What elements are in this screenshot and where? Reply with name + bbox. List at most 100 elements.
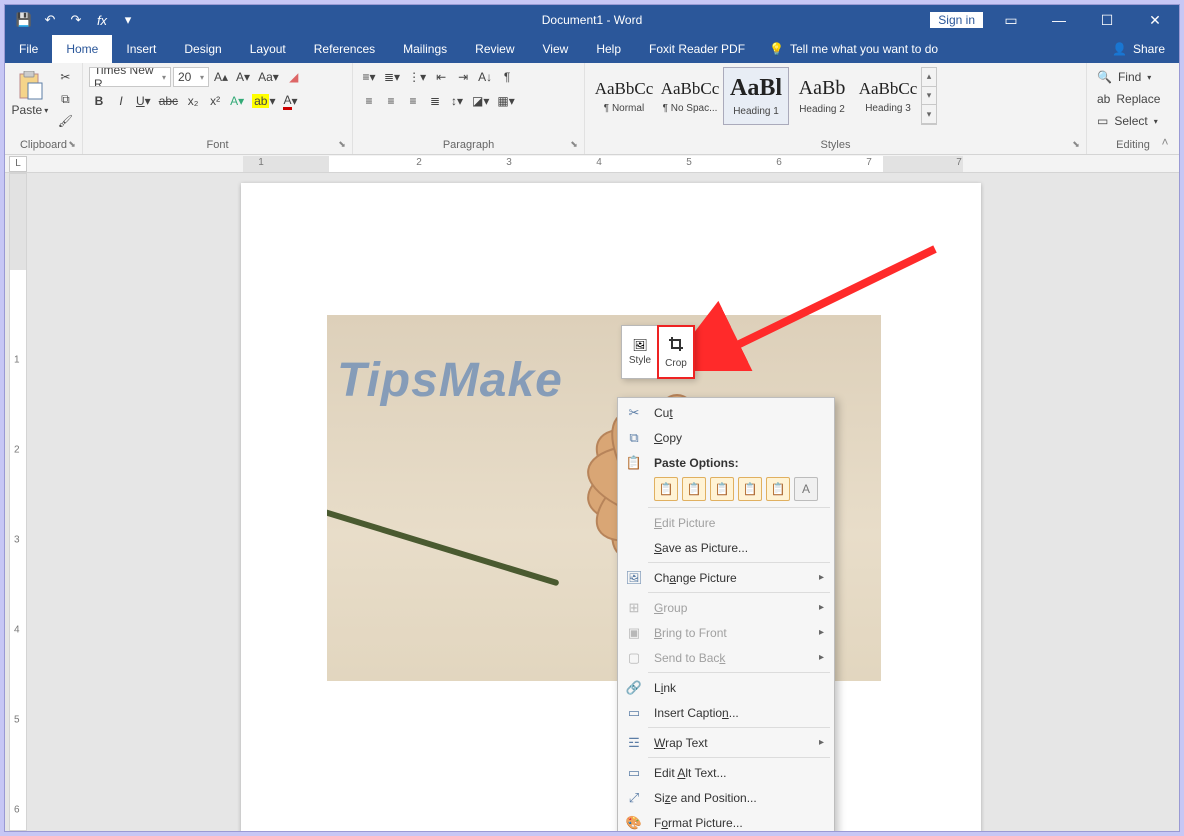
tab-review[interactable]: Review (461, 35, 528, 63)
font-name-dropdown[interactable]: Times New R▾ (89, 67, 171, 87)
sort-button[interactable]: A↓ (475, 67, 495, 87)
collapse-ribbon-icon[interactable]: ˄ (1157, 134, 1173, 150)
decrease-indent-button[interactable]: ⇤ (431, 67, 451, 87)
ribbon-display-icon[interactable]: ▭ (991, 5, 1031, 35)
ctx-size-position[interactable]: ⤢Size and Position... (618, 785, 834, 810)
shrink-font-button[interactable]: A▾ (233, 67, 253, 87)
align-left-button[interactable]: ≡ (359, 91, 379, 111)
paste-keep-source[interactable]: 📋 (654, 477, 678, 501)
show-marks-button[interactable]: ¶ (497, 67, 517, 87)
style-heading2[interactable]: AaBbHeading 2 (789, 67, 855, 125)
tab-file[interactable]: File (5, 35, 52, 63)
undo-icon[interactable]: ↶ (39, 9, 61, 31)
font-color-button[interactable]: A▾ (280, 91, 300, 111)
font-size-dropdown[interactable]: 20▾ (173, 67, 209, 87)
close-icon[interactable]: ✕ (1135, 5, 1175, 35)
align-center-button[interactable]: ≡ (381, 91, 401, 111)
ctx-wrap-text[interactable]: ☲Wrap Text▸ (618, 730, 834, 755)
tab-view[interactable]: View (529, 35, 583, 63)
replace-button[interactable]: abReplace (1093, 89, 1164, 109)
style-normal[interactable]: AaBbCc¶ Normal (591, 67, 657, 125)
highlight-button[interactable]: ab▾ (249, 91, 278, 111)
tab-selector[interactable]: L (9, 156, 27, 172)
paste-text-only[interactable]: A (794, 477, 818, 501)
paste-keep-text[interactable]: 📋 (766, 477, 790, 501)
customize-qat-icon[interactable]: ▾ (117, 9, 139, 31)
maximize-icon[interactable]: ☐ (1087, 5, 1127, 35)
strikethrough-button[interactable]: abc (156, 91, 181, 111)
tab-design[interactable]: Design (170, 35, 235, 63)
tab-references[interactable]: References (300, 35, 389, 63)
vertical-ruler[interactable]: 1 2 3 4 5 6 (9, 173, 27, 831)
select-icon: ▭ (1097, 114, 1108, 128)
minimize-icon[interactable]: — (1039, 5, 1079, 35)
line-spacing-button[interactable]: ↕▾ (447, 91, 467, 111)
increase-indent-button[interactable]: ⇥ (453, 67, 473, 87)
style-heading3[interactable]: AaBbCcHeading 3 (855, 67, 921, 125)
find-icon: 🔍 (1097, 70, 1112, 84)
share-icon: 👤 (1112, 42, 1127, 56)
text-effects-button[interactable]: A▾ (227, 91, 247, 111)
horizontal-ruler[interactable]: 1 2 3 4 5 6 7 7 (243, 156, 963, 172)
tab-foxit[interactable]: Foxit Reader PDF (635, 35, 759, 63)
tab-layout[interactable]: Layout (236, 35, 300, 63)
justify-button[interactable]: ≣ (425, 91, 445, 111)
paragraph-launcher-icon[interactable]: ⬊ (568, 138, 580, 150)
bullets-button[interactable]: ≡▾ (359, 67, 379, 87)
fx-icon[interactable]: fx (91, 9, 113, 31)
paste-button[interactable]: Paste▾ (11, 67, 49, 117)
align-right-button[interactable]: ≡ (403, 91, 423, 111)
styles-scroll[interactable]: ▴▾▾ (921, 67, 937, 125)
superscript-button[interactable]: x² (205, 91, 225, 111)
cut-button[interactable]: ✂ (55, 67, 76, 87)
ctx-change-picture[interactable]: 🖼Change Picture▸ (618, 565, 834, 590)
underline-button[interactable]: U▾ (133, 91, 154, 111)
select-button[interactable]: ▭Select▾ (1093, 111, 1164, 131)
link-icon: 🔗 (624, 680, 644, 696)
bold-button[interactable]: B (89, 91, 109, 111)
paste-merge[interactable]: 📋 (682, 477, 706, 501)
ctx-save-as-picture[interactable]: Save as Picture... (618, 535, 834, 560)
save-icon[interactable]: 💾 (13, 9, 35, 31)
picture-style-icon: 🖼 (632, 338, 647, 352)
ctx-cut[interactable]: ✂Cut (618, 400, 834, 425)
group-icon: ⊞ (624, 600, 644, 616)
ctx-format-picture[interactable]: 🎨Format Picture... (618, 810, 834, 831)
borders-button[interactable]: ▦▾ (494, 91, 517, 111)
tab-help[interactable]: Help (582, 35, 635, 63)
change-case-button[interactable]: Aa▾ (255, 67, 282, 87)
tell-me-search[interactable]: 💡Tell me what you want to do (759, 35, 948, 63)
tab-mailings[interactable]: Mailings (389, 35, 461, 63)
ctx-insert-caption[interactable]: ▭Insert Caption... (618, 700, 834, 725)
italic-button[interactable]: I (111, 91, 131, 111)
copy-button[interactable]: ⧉ (55, 89, 76, 109)
subscript-button[interactable]: x₂ (183, 91, 203, 111)
mini-style-button[interactable]: 🖼 Style (622, 326, 658, 378)
ctx-paste-options-header: 📋Paste Options: (618, 450, 834, 475)
tab-home[interactable]: Home (52, 35, 112, 63)
styles-launcher-icon[interactable]: ⬊ (1070, 138, 1082, 150)
style-no-spacing[interactable]: AaBbCc¶ No Spac... (657, 67, 723, 125)
ctx-edit-alt-text[interactable]: ▭Edit Alt Text... (618, 760, 834, 785)
paste-picture[interactable]: 📋 (710, 477, 734, 501)
mini-crop-button[interactable]: Crop (658, 326, 694, 378)
share-button[interactable]: 👤Share (1098, 35, 1179, 63)
numbering-button[interactable]: ≣▾ (381, 67, 403, 87)
grow-font-button[interactable]: A▴ (211, 67, 231, 87)
clear-formatting-button[interactable]: ◢ (284, 67, 304, 87)
format-painter-button[interactable]: 🖌 (55, 111, 76, 131)
ctx-copy[interactable]: ⧉Copy (618, 425, 834, 450)
tab-insert[interactable]: Insert (112, 35, 170, 63)
find-button[interactable]: 🔍Find▾ (1093, 67, 1164, 87)
font-launcher-icon[interactable]: ⬊ (336, 138, 348, 150)
sign-in-button[interactable]: Sign in (930, 12, 983, 28)
shading-button[interactable]: ◪▾ (469, 91, 492, 111)
redo-icon[interactable]: ↷ (65, 9, 87, 31)
clipboard-launcher-icon[interactable]: ⬊ (66, 138, 78, 150)
document-area: 1 2 3 4 5 6 (5, 173, 1179, 831)
styles-label: Styles (591, 137, 1080, 154)
multilevel-button[interactable]: ⋮▾ (405, 67, 429, 87)
ctx-link[interactable]: 🔗Link (618, 675, 834, 700)
paste-link[interactable]: 📋 (738, 477, 762, 501)
style-heading1[interactable]: AaBlHeading 1 (723, 67, 789, 125)
